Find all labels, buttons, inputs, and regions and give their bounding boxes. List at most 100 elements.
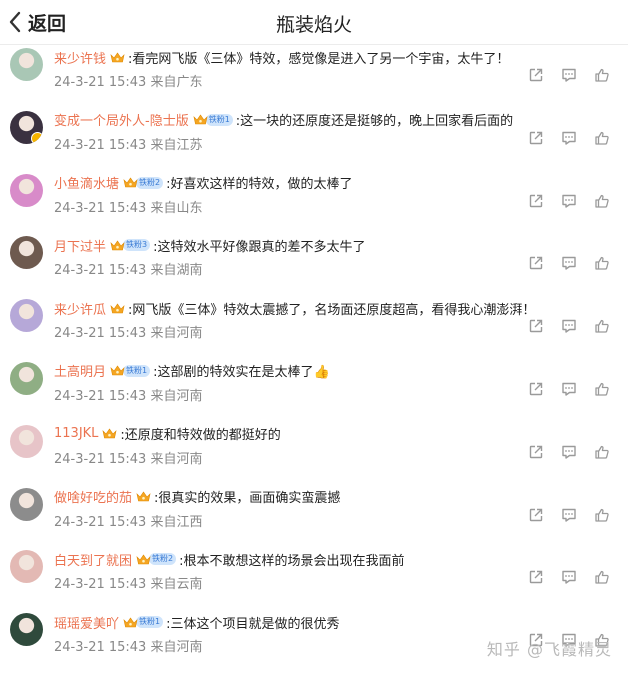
fans-badge: 铁粉1 [205, 113, 233, 126]
comment-line: 来少许瓜 :网飞版《三体》特效太震撼了，名场面还原度超高，看得我心潮澎湃！ [54, 299, 536, 318]
comment-icon[interactable] [561, 130, 577, 146]
username-link[interactable]: 瑶瑶爱美吖 [54, 613, 119, 632]
like-icon[interactable] [594, 130, 610, 146]
avatar[interactable] [10, 110, 43, 144]
comment-icon[interactable] [561, 507, 577, 523]
avatar[interactable] [10, 613, 43, 647]
comment-time: 24-3-21 15:43 [54, 388, 147, 404]
comment-actions [528, 255, 610, 271]
comment-icon[interactable] [561, 444, 577, 460]
like-icon[interactable] [594, 318, 610, 334]
share-icon[interactable] [528, 130, 544, 146]
avatar[interactable] [10, 173, 43, 207]
fans-badge: 铁粉1 [136, 616, 164, 629]
crown-icon [102, 427, 117, 440]
page-title: 瓶装焰火 [275, 14, 352, 36]
fans-badge: 铁粉2 [136, 176, 164, 189]
comment-meta: 24-3-21 15:43 来自河南 [54, 322, 203, 341]
comment-row: 来少许钱 :看完网飞版《三体》特效，感觉像是进入了另一个宇宙，太牛了！ 24-3-2… [0, 45, 628, 108]
username-link[interactable]: 土高明月 [54, 361, 106, 380]
comment-row: 113JKL:还原度和特效做的都挺好的 24-3-21 15:43 来自河南 [0, 422, 628, 485]
comment-actions [528, 130, 610, 146]
like-icon[interactable] [594, 444, 610, 460]
avatar[interactable] [10, 487, 43, 521]
avatar[interactable] [10, 48, 43, 81]
comment-time: 24-3-21 15:43 [54, 451, 147, 467]
comment-icon[interactable] [561, 255, 577, 271]
username-link[interactable]: 来少许钱 [54, 48, 106, 67]
crown-icon [110, 239, 125, 252]
avatar[interactable] [10, 299, 43, 333]
share-icon[interactable] [528, 255, 544, 271]
comment-actions [528, 381, 610, 397]
share-icon[interactable] [528, 318, 544, 334]
like-icon[interactable] [594, 381, 610, 397]
avatar[interactable] [10, 424, 43, 458]
comment-text: :看完网飞版《三体》特效，感觉像是进入了另一个宇宙，太牛了！ [128, 51, 510, 67]
share-icon[interactable] [528, 381, 544, 397]
fans-badge: 铁粉2 [149, 553, 177, 566]
comment-meta: 24-3-21 15:43 来自河南 [54, 385, 203, 404]
comment-line: 小鱼滴水塘 铁粉2:好喜欢这样的特效，做的太棒了 [54, 174, 353, 192]
comment-row: 土高明月 铁粉1:这部剧的特效实在是太棒了👍 24-3-21 15:43 来自河南 [0, 359, 628, 422]
crown-icon [136, 490, 151, 503]
comment-text: :很真实的效果，画面确实蛮震撼 [154, 491, 341, 507]
username-link[interactable]: 变成一个局外人-隐士版 [54, 110, 189, 129]
username-link[interactable]: 113JKL [54, 426, 98, 441]
share-icon[interactable] [528, 444, 544, 460]
share-icon[interactable] [528, 569, 544, 585]
comment-location: 来自云南 [150, 577, 203, 593]
comment-actions [528, 569, 610, 585]
comment-meta: 24-3-21 15:43 来自江苏 [54, 134, 203, 153]
avatar[interactable] [10, 361, 43, 395]
comment-actions [528, 67, 610, 83]
comment-row: 小鱼滴水塘 铁粉2:好喜欢这样的特效，做的太棒了 24-3-21 15:43 来自山… [0, 171, 628, 234]
like-icon[interactable] [594, 569, 610, 585]
comment-list: 来少许钱 :看完网飞版《三体》特效，感觉像是进入了另一个宇宙，太牛了！ 24-3-2… [0, 45, 628, 673]
like-icon[interactable] [594, 193, 610, 209]
comment-meta: 24-3-21 15:43 来自湖南 [54, 259, 203, 278]
crown-icon [110, 302, 125, 315]
crown-icon [110, 51, 125, 64]
comment-actions [528, 444, 610, 460]
comment-icon[interactable] [561, 318, 577, 334]
comment-line: 月下过半 铁粉3:这特效水平好像跟真的差不多太牛了 [54, 236, 366, 255]
share-icon[interactable] [528, 193, 544, 209]
comment-time: 24-3-21 15:43 [54, 75, 147, 90]
like-icon[interactable] [594, 507, 610, 523]
username-link[interactable]: 来少许瓜 [54, 299, 106, 318]
comment-time: 24-3-21 15:43 [54, 200, 147, 216]
comment-icon[interactable] [561, 193, 577, 209]
comment-row: 白天到了就困 铁粉2:根本不敢想这样的场景会出现在我面前 24-3-21 15:43… [0, 547, 628, 610]
share-icon[interactable] [528, 507, 544, 523]
share-icon[interactable] [528, 67, 544, 83]
comment-location: 来自江西 [150, 514, 203, 530]
comment-icon[interactable] [561, 569, 577, 585]
comment-icon[interactable] [561, 67, 577, 83]
comment-line: 来少许钱 :看完网飞版《三体》特效，感觉像是进入了另一个宇宙，太牛了！ [54, 48, 510, 67]
avatar[interactable] [10, 550, 43, 584]
comment-location: 来自山东 [150, 200, 203, 216]
comment-icon[interactable] [561, 381, 577, 397]
fans-badge: 铁粉1 [123, 364, 151, 377]
avatar[interactable] [10, 236, 43, 270]
comment-time: 24-3-21 15:43 [54, 263, 147, 279]
comment-actions [528, 318, 610, 334]
like-icon[interactable] [594, 255, 610, 271]
comment-time: 24-3-21 15:43 [54, 326, 147, 342]
watermark: 知乎 @飞霞精灵 [486, 640, 612, 659]
comment-text: :网飞版《三体》特效太震撼了，名场面还原度超高，看得我心潮澎湃！ [128, 302, 536, 318]
username-link[interactable]: 做啥好吃的茄 [54, 487, 132, 506]
crown-icon [193, 113, 208, 126]
comment-text: :这部剧的特效实在是太棒了👍 [153, 365, 330, 381]
username-link[interactable]: 月下过半 [54, 236, 106, 255]
comment-location: 来自河南 [150, 451, 203, 467]
comment-text: :这一块的还原度还是挺够的，晚上回家看后面的 [235, 114, 514, 130]
username-link[interactable]: 小鱼滴水塘 [54, 173, 119, 192]
crown-icon [136, 553, 151, 566]
comment-time: 24-3-21 15:43 [54, 640, 147, 656]
like-icon[interactable] [594, 67, 610, 83]
comment-line: 变成一个局外人-隐士版 铁粉1:这一块的还原度还是挺够的，晚上回家看后面的 [54, 111, 513, 129]
username-link[interactable]: 白天到了就困 [54, 550, 132, 569]
comment-meta: 24-3-21 15:43 来自广东 [54, 71, 203, 90]
